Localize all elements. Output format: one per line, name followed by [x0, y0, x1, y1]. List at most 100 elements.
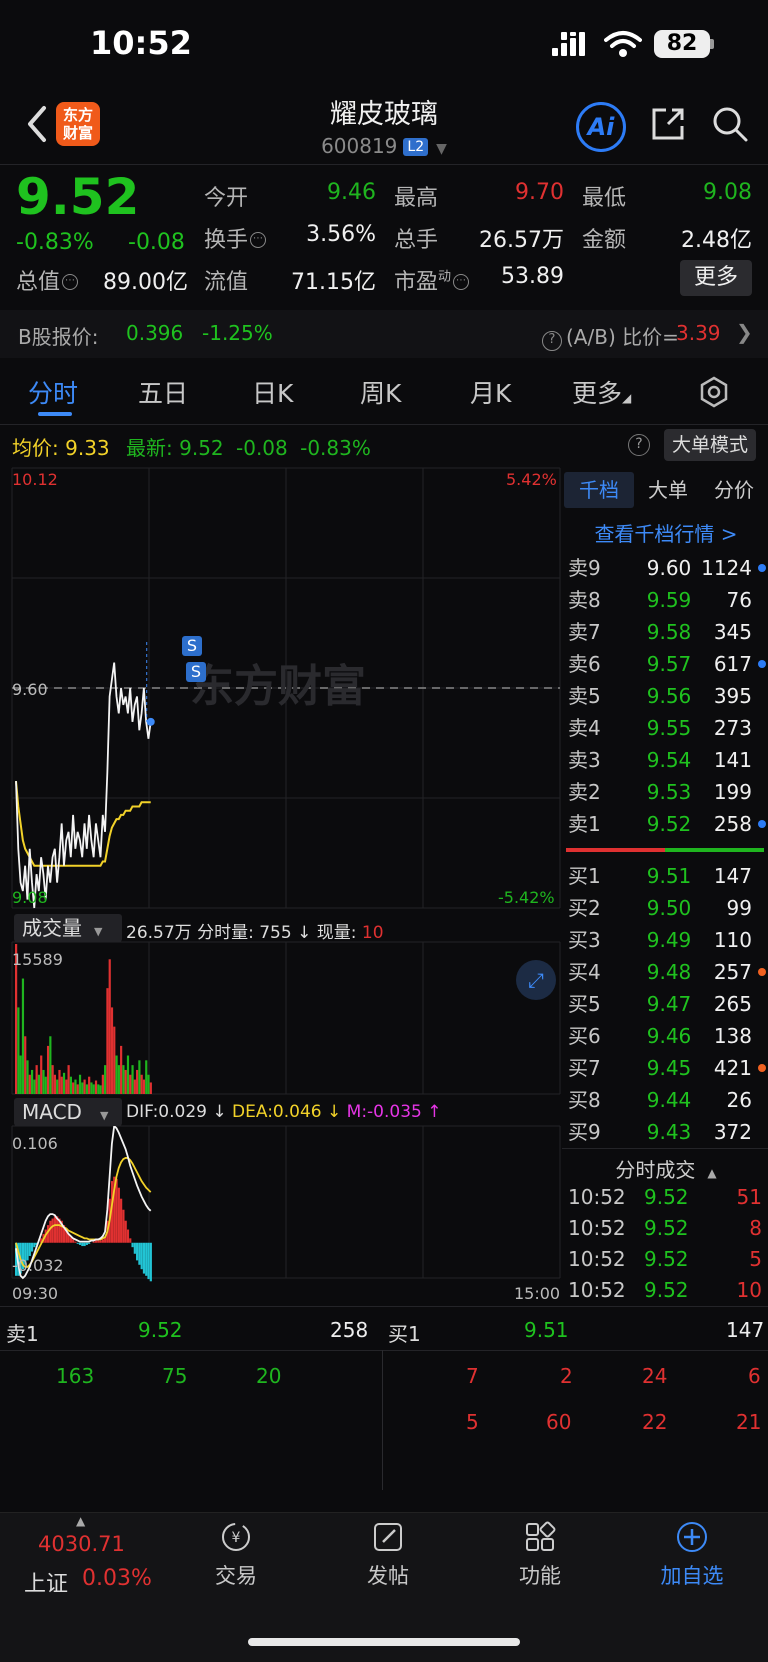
bid-row[interactable]: 买3 9.49 110 [564, 924, 768, 956]
ask-row[interactable]: 卖6 9.57 617 [564, 648, 768, 680]
divider [0, 1306, 768, 1307]
ask-volume: 1124 [701, 556, 752, 580]
sell-marker[interactable]: S [182, 636, 202, 656]
bid-row[interactable]: 买7 9.45 421 [564, 1052, 768, 1084]
bid-row[interactable]: 买9 9.43 372 [564, 1116, 768, 1148]
tabbar-add-watchlist[interactable]: 加自选 [642, 1520, 742, 1590]
big-order-mode-button[interactable]: 大单模式 [664, 429, 756, 461]
tabbar-functions[interactable]: 功能 [490, 1520, 590, 1590]
bid-row[interactable]: 买5 9.47 265 [564, 988, 768, 1020]
tabbar-post[interactable]: 发帖 [338, 1520, 438, 1590]
ask-row[interactable]: 卖3 9.54 141 [564, 744, 768, 776]
help-icon[interactable]: ? [628, 434, 650, 456]
bid-row[interactable]: 买1 9.51 147 [564, 860, 768, 892]
macd-bar [115, 1178, 118, 1243]
bid-row[interactable]: 买6 9.46 138 [564, 1020, 768, 1052]
help-icon[interactable]: ? [542, 331, 562, 351]
chevron-right-icon[interactable]: ❯ [736, 320, 753, 344]
ask-volume: 199 [713, 780, 752, 804]
ask-row[interactable]: 卖2 9.53 199 [564, 776, 768, 808]
trades-title[interactable]: 分时成交 ▲ [564, 1154, 768, 1183]
caret-up-icon: ▲ [707, 1166, 717, 1180]
ab-ratio-label: ? (A/B) 比价= [540, 321, 679, 351]
stock-code: 600819 [321, 134, 398, 158]
intraday-chart[interactable] [0, 466, 562, 1296]
volume-indicator-select[interactable]: 成交量 ▼ [14, 914, 122, 942]
info-icon[interactable]: ⋯ [453, 274, 470, 290]
view-depth-link[interactable]: 查看千档行情 > [564, 518, 768, 547]
ai-button[interactable]: Ai [576, 102, 626, 152]
ask-level: 卖9 [568, 556, 601, 580]
latest-chg: -0.08 [236, 436, 288, 460]
bid-row[interactable]: 买2 9.50 99 [564, 892, 768, 924]
volume-bar [113, 1026, 116, 1094]
tabbar-trade[interactable]: ¥ 交易 [186, 1520, 286, 1590]
minute-vol-label: 分时量: [197, 923, 254, 943]
tab-monthly-k[interactable]: 月K [470, 374, 511, 410]
macd-bar [49, 1220, 52, 1243]
tab-daily-k[interactable]: 日K [252, 374, 293, 410]
level-badge: L2 [403, 138, 429, 156]
volume-selector-label: 成交量 [22, 916, 82, 940]
bid-row[interactable]: 买4 9.48 257 [564, 956, 768, 988]
tab-weekly-k[interactable]: 周K [360, 374, 401, 410]
info-icon[interactable]: ⋯ [62, 274, 79, 290]
mktcap-label-text: 总值 [16, 270, 61, 295]
mktcap-label[interactable]: 总值 ⋯ [16, 264, 79, 296]
tab-price-distribution[interactable]: 分价 [700, 472, 768, 508]
macd-bar [147, 1242, 150, 1280]
macd-indicator-select[interactable]: MACD ▼ [14, 1098, 122, 1126]
volume-bar [131, 1065, 134, 1094]
index-name[interactable]: 上证 [24, 1566, 68, 1598]
turnover-value: 3.56% [306, 222, 376, 247]
turnover-label[interactable]: 换手 ⋯ [204, 222, 267, 254]
volume-summary: 26.57万 分时量: 755 ↓ 现量: 10 [126, 918, 384, 943]
volume-bar [149, 1082, 152, 1094]
tabbar-post-label: 发帖 [367, 1564, 409, 1588]
volume-bar [24, 1036, 27, 1094]
ask-row[interactable]: 卖5 9.56 395 [564, 680, 768, 712]
ask-volume: 345 [713, 620, 752, 644]
pct-max-label: 5.42% [506, 470, 557, 489]
pe-value: 53.89 [501, 264, 564, 289]
ask-row[interactable]: 卖8 9.59 76 [564, 584, 768, 616]
ask-row[interactable]: 卖9 9.60 1124 [564, 552, 768, 584]
search-icon[interactable] [710, 104, 750, 144]
dea-value: DEA:0.046 [232, 1102, 322, 1122]
pe-label[interactable]: 市盈动 ⋯ [394, 264, 470, 296]
bid-row[interactable]: 买8 9.44 26 [564, 1084, 768, 1116]
share-icon[interactable] [648, 104, 688, 144]
big-order-dot [758, 968, 766, 976]
macd-bar [140, 1242, 143, 1270]
ask-row[interactable]: 卖1 9.52 258 [564, 808, 768, 840]
macd-max-label: 0.106 [12, 1134, 58, 1153]
trade-row: 10:52 9.52 51 [564, 1182, 768, 1212]
info-icon[interactable]: ⋯ [250, 232, 267, 248]
volume-bar [83, 1079, 86, 1094]
ask-row[interactable]: 卖7 9.58 345 [564, 616, 768, 648]
ask-level: 卖8 [568, 588, 601, 612]
tab-big-orders[interactable]: 大单 [636, 472, 700, 508]
volume-bar [85, 1084, 88, 1094]
sell-queue-item: 75 [162, 1364, 188, 1388]
buy-queue-item: 22 [642, 1410, 668, 1434]
gear-icon[interactable] [698, 376, 730, 408]
macd-bar [83, 1242, 86, 1247]
tab-more[interactable]: 更多◢ [572, 374, 631, 410]
tab-five-day[interactable]: 五日 [138, 374, 188, 410]
macd-bar [33, 1242, 36, 1248]
macd-bar [92, 1241, 95, 1243]
index-pct[interactable]: 0.03% [82, 1566, 152, 1591]
trade-price: 9.52 [644, 1247, 689, 1271]
sell-marker[interactable]: S [186, 662, 206, 682]
expand-icon[interactable]: ⤢ [516, 960, 556, 1000]
volume-value: 26.57万 [479, 228, 564, 253]
index-value[interactable]: 4030.71 [38, 1532, 125, 1556]
tab-intraday[interactable]: 分时 [28, 374, 78, 410]
volume-bar [65, 1079, 68, 1094]
bid-price: 9.49 [646, 928, 692, 952]
ask-row[interactable]: 卖4 9.55 273 [564, 712, 768, 744]
more-button[interactable]: 更多 [680, 260, 752, 296]
battery-tip [710, 39, 714, 49]
tab-depth[interactable]: 千档 [564, 472, 634, 508]
